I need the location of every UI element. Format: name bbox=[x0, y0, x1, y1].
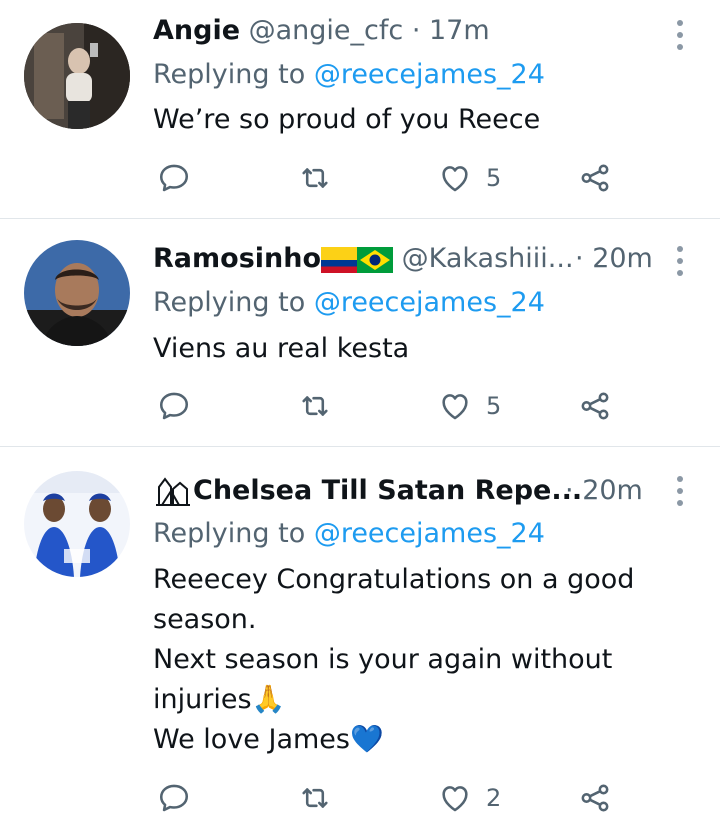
reply-icon bbox=[159, 784, 189, 812]
avatar[interactable] bbox=[24, 471, 130, 577]
share-icon bbox=[581, 784, 609, 812]
tweet-line: Viens au real kesta bbox=[153, 333, 410, 364]
like-icon bbox=[442, 394, 468, 420]
tweet-line: We love James💙 bbox=[153, 724, 384, 755]
share-button[interactable] bbox=[578, 386, 612, 426]
share-button[interactable] bbox=[578, 158, 612, 198]
tweet-text: Viens au real kesta bbox=[153, 329, 673, 369]
separator-dot: · bbox=[411, 15, 421, 46]
user-handle[interactable]: @angie_cfc bbox=[249, 15, 404, 46]
tweet-line: We’re so proud of you Reece bbox=[153, 104, 541, 135]
reply-icon bbox=[159, 392, 189, 420]
like-icon bbox=[442, 166, 468, 192]
retweet-icon bbox=[302, 396, 328, 416]
tweet-3[interactable]: Chelsea Till Satan Repe... · 20m Replyin… bbox=[0, 446, 720, 835]
retweet-button[interactable] bbox=[298, 778, 332, 818]
retweet-button[interactable] bbox=[298, 386, 332, 426]
mention-link[interactable]: @reecejames_24 bbox=[314, 518, 545, 549]
replying-label: Replying to bbox=[153, 287, 306, 318]
lion-crest-icon bbox=[156, 476, 190, 506]
tweet-line: injuries🙏 bbox=[153, 684, 286, 715]
reply-button[interactable] bbox=[157, 158, 191, 198]
like-button[interactable]: 5 bbox=[438, 386, 501, 426]
share-icon bbox=[581, 164, 609, 192]
more-options-icon[interactable] bbox=[668, 476, 692, 506]
tweet-1[interactable]: Angie @angie_cfc · 17m Replying to @reec… bbox=[0, 0, 720, 219]
retweet-button[interactable] bbox=[298, 158, 332, 198]
like-button[interactable]: 2 bbox=[438, 778, 501, 818]
avatar[interactable] bbox=[24, 240, 130, 346]
timestamp[interactable]: 20m bbox=[582, 475, 643, 506]
display-name[interactable]: Angie bbox=[153, 15, 240, 46]
display-name[interactable]: Ramosinho bbox=[153, 243, 321, 274]
like-icon bbox=[442, 786, 468, 812]
more-options-icon[interactable] bbox=[668, 20, 692, 50]
retweet-icon bbox=[302, 788, 328, 808]
timestamp[interactable]: 17m bbox=[429, 15, 490, 46]
more-options-icon[interactable] bbox=[668, 246, 692, 276]
like-count: 5 bbox=[486, 164, 502, 192]
reply-button[interactable] bbox=[157, 386, 191, 426]
share-button[interactable] bbox=[578, 778, 612, 818]
separator-dot: · bbox=[575, 243, 584, 274]
avatar[interactable] bbox=[24, 23, 130, 129]
separator-dot: · bbox=[565, 475, 574, 506]
replying-label: Replying to bbox=[153, 518, 306, 549]
like-count: 5 bbox=[486, 392, 502, 420]
share-icon bbox=[581, 392, 609, 420]
tweet-text: We’re so proud of you Reece bbox=[153, 100, 673, 140]
retweet-icon bbox=[302, 168, 328, 188]
tweet-text: Reeecey Congratulations on a good season… bbox=[153, 560, 673, 760]
display-name[interactable]: Chelsea Till Satan Repe... bbox=[193, 475, 582, 506]
user-handle[interactable]: @Kakashiii... bbox=[402, 243, 574, 274]
mention-link[interactable]: @reecejames_24 bbox=[314, 287, 545, 318]
like-count: 2 bbox=[486, 784, 502, 812]
tweet-line: season. bbox=[153, 604, 257, 635]
brazil-flag bbox=[357, 246, 394, 273]
like-button[interactable]: 5 bbox=[438, 158, 501, 198]
reply-icon bbox=[159, 164, 189, 192]
replying-label: Replying to bbox=[153, 59, 306, 90]
tweet-2[interactable]: Ramosinho @Kakashiii... · 20m Replying t… bbox=[0, 218, 720, 447]
timestamp[interactable]: 20m bbox=[592, 243, 653, 274]
tweet-line: Next season is your again without bbox=[153, 644, 613, 675]
colombia-flag bbox=[321, 246, 358, 273]
reply-button[interactable] bbox=[157, 778, 191, 818]
mention-link[interactable]: @reecejames_24 bbox=[314, 59, 545, 90]
tweet-line: Reeecey Congratulations on a good bbox=[153, 564, 635, 595]
